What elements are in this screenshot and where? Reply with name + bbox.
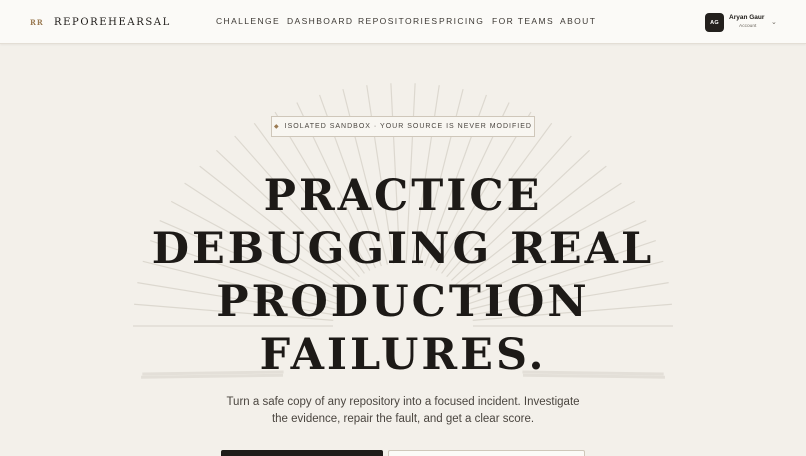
- account-subtitle: Account: [739, 24, 757, 29]
- top-navigation-bar: RR REPOREHEARSAL CHALLENGE DASHBOARD REP…: [0, 0, 806, 44]
- nav-about[interactable]: ABOUT: [560, 16, 596, 26]
- primary-cta-button[interactable]: [221, 450, 383, 456]
- diamond-icon: ◆: [274, 124, 280, 130]
- sandbox-badge: ◆ ISOLATED SANDBOX · YOUR SOURCE IS NEVE…: [271, 116, 535, 137]
- hero-subtitle-line: Turn a safe copy of any repository into …: [226, 396, 580, 408]
- account-menu[interactable]: AG Aryan Gaur Account ⌄: [705, 13, 785, 32]
- hero-title: PRACTICE DEBUGGING REAL PRODUCTION FAILU…: [100, 170, 706, 382]
- chevron-down-icon[interactable]: ⌄: [771, 18, 777, 26]
- brand-name: REPOREHEARSAL: [54, 16, 171, 28]
- hero-subtitle-line: the evidence, repair the fault, and get …: [271, 413, 535, 425]
- brand-mark: RR: [30, 17, 44, 27]
- avatar: AG: [705, 13, 724, 32]
- hero-subtitle: Turn a safe copy of any repository into …: [180, 394, 626, 428]
- account-name: Aryan Gaur: [729, 14, 765, 21]
- secondary-cta-button[interactable]: [388, 450, 585, 456]
- sandbox-badge-text: ISOLATED SANDBOX · YOUR SOURCE IS NEVER …: [284, 123, 532, 130]
- hero-title-line: PRODUCTION: [216, 277, 590, 327]
- brand-logo[interactable]: RR REPOREHEARSAL: [30, 14, 171, 30]
- hero-title-line: FAILURES.: [259, 330, 547, 380]
- nav-repositories[interactable]: REPOSITORIES: [358, 16, 438, 26]
- hero-title-line: PRACTICE: [263, 171, 543, 221]
- nav-for-teams[interactable]: FOR TEAMS: [492, 16, 554, 26]
- nav-challenge[interactable]: CHALLENGE: [216, 16, 280, 26]
- hero-title-line: DEBUGGING REAL: [151, 224, 655, 274]
- nav-pricing[interactable]: PRICING: [439, 16, 484, 26]
- nav-dashboard[interactable]: DASHBOARD: [287, 16, 353, 26]
